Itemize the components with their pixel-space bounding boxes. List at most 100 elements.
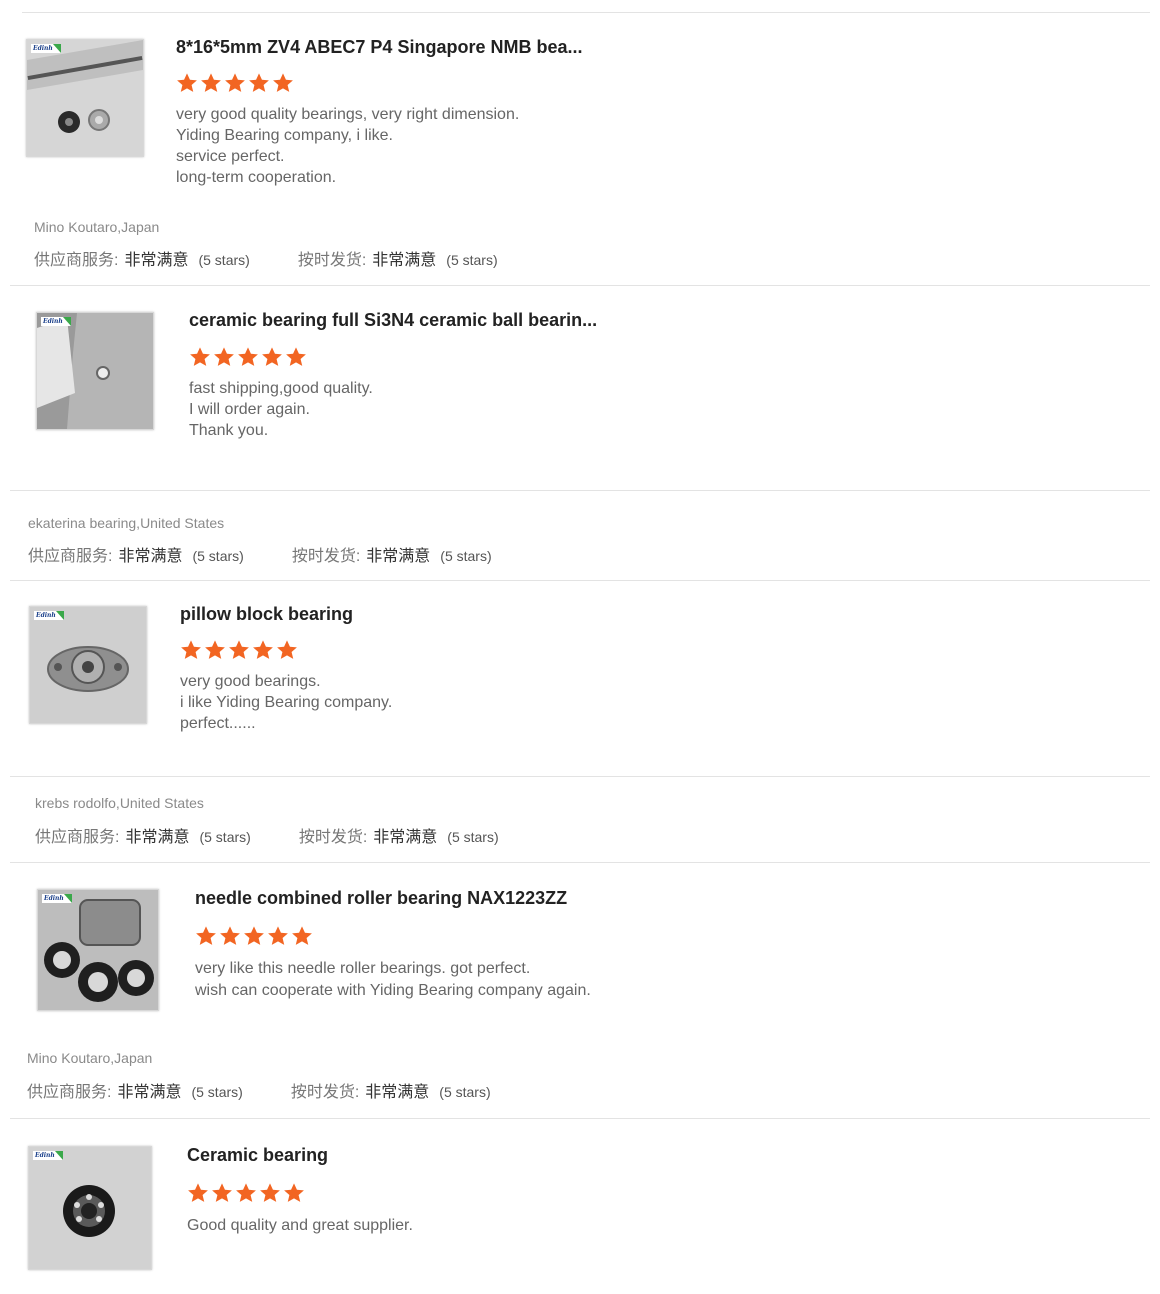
product-title[interactable]: ceramic bearing full Si3N4 ceramic ball … (189, 310, 597, 331)
review-line: long-term cooperation. (176, 169, 337, 186)
star-icon (253, 640, 273, 659)
review-text: Good quality and great supplier. (187, 1215, 413, 1236)
review-line: wish can cooperate with Yiding Bearing c… (195, 982, 591, 999)
star-icon (262, 347, 282, 366)
ratings-row: 供应商服务: 非常满意 (5 stars) 按时发货: 非常满意 (5 star… (27, 1078, 491, 1102)
review-line: service perfect. (176, 148, 285, 165)
star-icon (268, 926, 288, 945)
star-icon (220, 926, 240, 945)
ratings-row: 供应商服务: 非常满意 (5 stars) 按时发货: 非常满意 (5 star… (34, 246, 498, 270)
bearing-photo (37, 313, 153, 429)
delivery-value: 非常满意 (365, 1084, 430, 1101)
star-icon (277, 640, 297, 659)
product-title[interactable]: pillow block bearing (180, 604, 353, 625)
review-text: very like this needle roller bearings. g… (195, 958, 591, 1002)
star-icon (181, 640, 201, 659)
star-icon (260, 1183, 280, 1202)
review-line: fast shipping,good quality. (189, 380, 373, 397)
delivery-count: (5 stars) (446, 252, 498, 268)
review-line: Good quality and great supplier. (187, 1217, 413, 1234)
delivery-label: 按时发货: (297, 252, 367, 269)
divider (10, 490, 1150, 491)
review-line: i like Yiding Bearing company. (180, 694, 393, 711)
product-image[interactable]: Edinh (37, 889, 159, 1011)
star-icon (238, 347, 258, 366)
star-icon (244, 926, 264, 945)
divider (10, 1118, 1150, 1119)
brand-logo: Edinh (33, 1151, 63, 1160)
divider (22, 12, 1150, 13)
star-icon (284, 1183, 304, 1202)
review-line: Thank you. (189, 422, 269, 439)
product-title[interactable]: needle combined roller bearing NAX1223ZZ (195, 888, 567, 909)
bearing-photo (38, 890, 158, 1010)
supplier-service-value: 非常满意 (118, 548, 183, 565)
reviewer-name: Mino Koutaro,Japan (34, 219, 160, 235)
supplier-service-count: (5 stars) (192, 548, 244, 564)
brand-logo: Edinh (42, 894, 72, 903)
review-text: very good bearings. i like Yiding Bearin… (180, 671, 392, 734)
star-icon (201, 73, 221, 92)
divider (10, 580, 1150, 581)
review-line: very good bearings. (180, 673, 321, 690)
star-icon (205, 640, 225, 659)
delivery-label: 按时发货: (291, 548, 361, 565)
star-icon (196, 926, 216, 945)
product-image[interactable]: Edinh (26, 39, 144, 157)
product-title[interactable]: Ceramic bearing (187, 1145, 328, 1166)
supplier-service-value: 非常满意 (125, 829, 190, 846)
star-icon (229, 640, 249, 659)
delivery-count: (5 stars) (440, 548, 492, 564)
review-text: very good quality bearings, very right d… (176, 104, 519, 188)
delivery-count: (5 stars) (447, 829, 499, 845)
star-icon (273, 73, 293, 92)
star-icon (212, 1183, 232, 1202)
delivery-value: 非常满意 (373, 829, 438, 846)
star-icon (188, 1183, 208, 1202)
reviewer-name: krebs rodolfo,United States (35, 795, 204, 811)
star-icon (249, 73, 269, 92)
supplier-service-value: 非常满意 (124, 252, 189, 269)
star-icon (177, 73, 197, 92)
delivery-value: 非常满意 (366, 548, 431, 565)
supplier-service-label: 供应商服务: (34, 252, 119, 269)
reviewer-name: ekaterina bearing,United States (28, 515, 225, 531)
review-line: perfect...... (180, 715, 256, 732)
star-rating (195, 925, 313, 947)
star-icon (225, 73, 245, 92)
review-line: very like this needle roller bearings. g… (195, 960, 531, 977)
star-rating (180, 639, 298, 661)
brand-logo: Edinh (31, 44, 61, 53)
ratings-row: 供应商服务: 非常满意 (5 stars) 按时发货: 非常满意 (5 star… (35, 823, 499, 847)
brand-logo: Edinh (34, 611, 64, 620)
star-icon (286, 347, 306, 366)
product-image[interactable]: Edinh (29, 606, 147, 724)
reviewer-name: Mino Koutaro,Japan (27, 1050, 153, 1066)
bearing-photo (27, 40, 143, 156)
supplier-service-count: (5 stars) (198, 252, 250, 268)
star-icon (236, 1183, 256, 1202)
product-image[interactable]: Edinh (28, 1146, 152, 1270)
supplier-service-value: 非常满意 (117, 1084, 182, 1101)
delivery-count: (5 stars) (439, 1084, 491, 1100)
star-rating (176, 72, 294, 94)
supplier-service-label: 供应商服务: (35, 829, 120, 846)
delivery-label: 按时发货: (290, 1084, 360, 1101)
star-icon (292, 926, 312, 945)
review-line: I will order again. (189, 401, 310, 418)
star-icon (214, 347, 234, 366)
review-text: fast shipping,good quality. I will order… (189, 378, 373, 441)
supplier-service-label: 供应商服务: (27, 1084, 112, 1101)
divider (10, 285, 1150, 286)
product-image[interactable]: Edinh (36, 312, 154, 430)
product-title[interactable]: 8*16*5mm ZV4 ABEC7 P4 Singapore NMB bea.… (176, 37, 582, 58)
supplier-service-label: 供应商服务: (28, 548, 113, 565)
star-icon (190, 347, 210, 366)
brand-logo: Edinh (41, 317, 71, 326)
supplier-service-count: (5 stars) (191, 1084, 243, 1100)
bearing-photo (30, 607, 146, 723)
delivery-label: 按时发货: (298, 829, 368, 846)
ratings-row: 供应商服务: 非常满意 (5 stars) 按时发货: 非常满意 (5 star… (28, 542, 492, 566)
star-rating (187, 1182, 305, 1204)
bearing-photo (29, 1147, 151, 1269)
